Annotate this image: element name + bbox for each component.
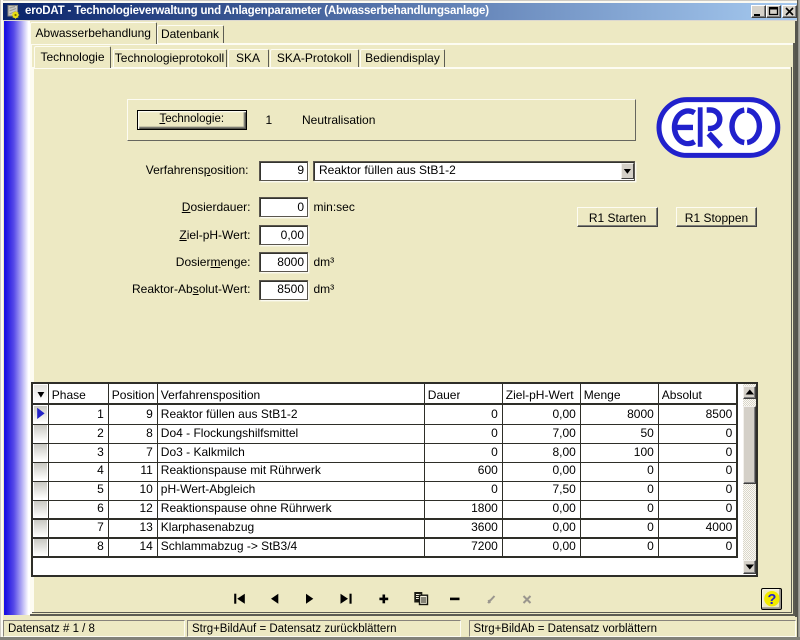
svg-text:?: ? xyxy=(767,592,776,608)
